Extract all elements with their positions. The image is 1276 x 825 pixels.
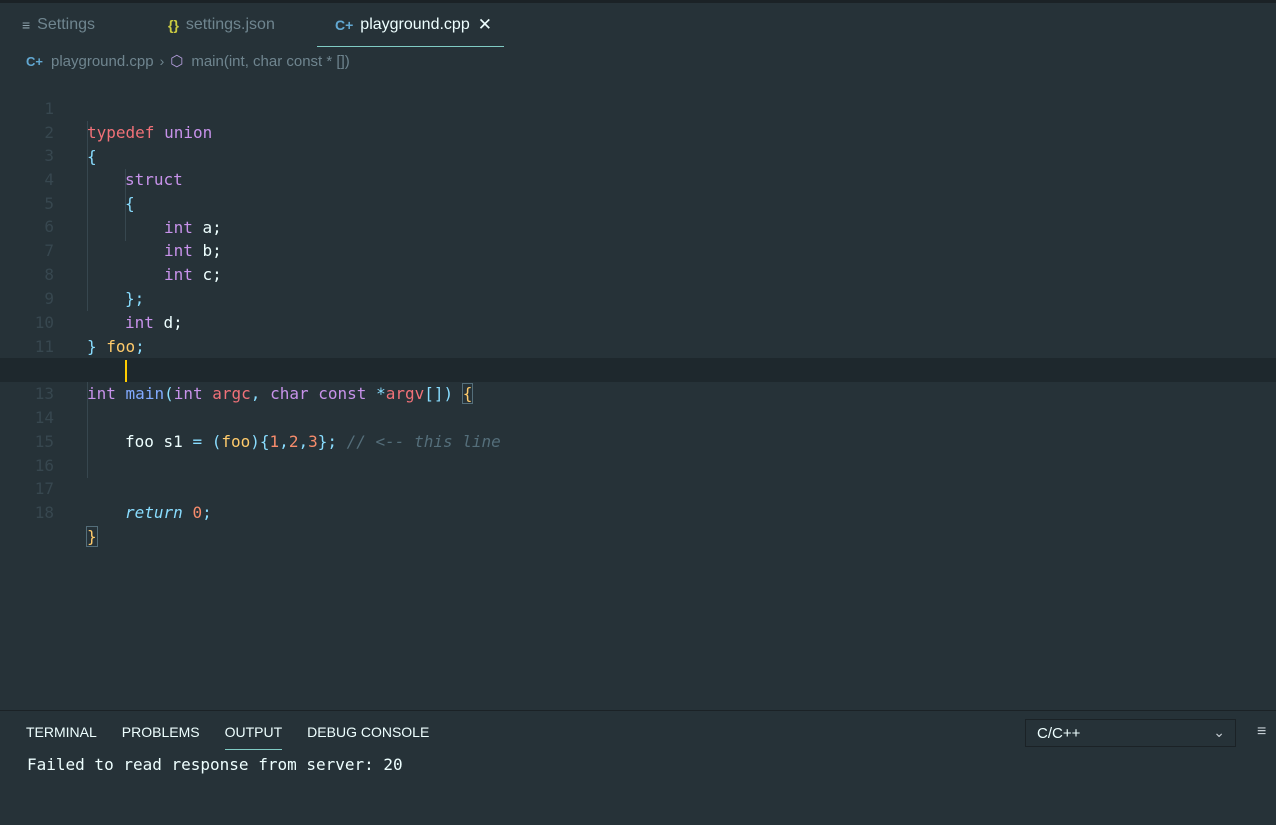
panel-tabs: TERMINAL PROBLEMS OUTPUT DEBUG CONSOLE <box>26 724 454 750</box>
code-line: 7 int c; <box>0 215 1276 284</box>
editor-tab-bar: ≡ Settings {} settings.json C+ playgroun… <box>0 3 1276 47</box>
code-line: 5 int a; <box>0 168 1276 237</box>
code-line: 2 { <box>0 97 1276 166</box>
code-line: 15 <box>0 406 1276 451</box>
breadcrumb: C+ playground.cpp › ⬡ main(int, char con… <box>26 50 350 72</box>
tab-settings[interactable]: ≡ Settings <box>22 3 95 47</box>
chevron-right-icon: › <box>159 53 165 69</box>
code-line: 12 int main(int argc, char const *argv[]… <box>0 334 1276 404</box>
breadcrumb-symbol[interactable]: main(int, char const * []) <box>191 53 349 70</box>
punctuation: ; <box>202 503 212 522</box>
code-line: 11 <box>0 311 1276 356</box>
output-channel-select[interactable]: C/C++ ⌄ <box>1025 719 1236 747</box>
tab-playground-cpp[interactable]: C+ playground.cpp ✕ <box>317 3 504 47</box>
tab-label: playground.cpp <box>360 16 470 33</box>
tab-terminal[interactable]: TERMINAL <box>26 724 97 750</box>
number: 0 <box>192 503 203 522</box>
breadcrumb-file[interactable]: playground.cpp <box>51 53 154 70</box>
tab-output[interactable]: OUTPUT <box>224 724 282 750</box>
output-text: Failed to read response from server: 20 <box>27 755 403 774</box>
text-cursor <box>125 360 127 382</box>
code-line: 3 struct <box>0 120 1276 189</box>
cpp-file-icon: C+ <box>26 53 43 69</box>
line-number: 18 <box>34 503 54 522</box>
bottom-panel: TERMINAL PROBLEMS OUTPUT DEBUG CONSOLE C… <box>0 710 1276 825</box>
tab-problems[interactable]: PROBLEMS <box>122 724 200 750</box>
code-line: 16 <box>0 430 1276 475</box>
matched-brace: } <box>86 526 98 547</box>
chevron-down-icon: ⌄ <box>1213 724 1225 740</box>
code-line: 4 { <box>0 144 1276 213</box>
method-cube-icon: ⬡ <box>170 53 184 70</box>
code-editor[interactable]: 1 typedef union 2 { 3 struct 4 { 5 int a… <box>0 73 1276 708</box>
close-icon[interactable]: ✕ <box>478 15 492 35</box>
clear-output-icon[interactable]: ≡ <box>1257 723 1266 741</box>
tab-label: settings.json <box>185 16 275 33</box>
json-icon: {} <box>168 17 179 33</box>
tab-label: Settings <box>37 16 95 33</box>
code-line: 8 }; <box>0 239 1276 308</box>
tab-settings-json[interactable]: {} settings.json <box>168 3 275 47</box>
output-channel-value: C/C++ <box>1037 724 1081 742</box>
code-line: 6 int b; <box>0 191 1276 260</box>
tab-debug-console[interactable]: DEBUG CONSOLE <box>307 724 429 750</box>
settings-list-icon: ≡ <box>22 17 31 33</box>
code-line: 14 foo s1 = (foo){1,2,3}; // <-- this li… <box>0 382 1276 451</box>
code-line: 18 } <box>0 477 1276 547</box>
code-line: 1 typedef union <box>0 73 1276 142</box>
code-line: 10 } foo; <box>0 287 1276 356</box>
cpp-file-icon: C+ <box>335 17 354 33</box>
code-line: 17 return 0; <box>0 453 1276 522</box>
code-line: 9 int d; <box>0 263 1276 332</box>
current-line: 13 <box>0 358 1276 403</box>
keyword: return <box>125 503 183 522</box>
